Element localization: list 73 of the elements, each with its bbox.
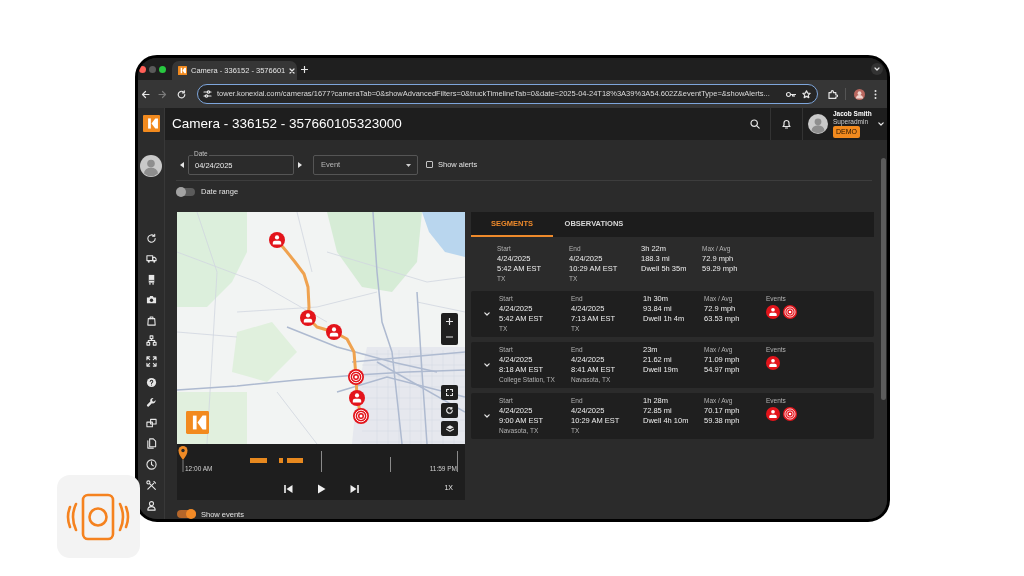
refresh-icon — [446, 407, 453, 414]
document-icon[interactable] — [145, 438, 157, 450]
target-marker-icon[interactable] — [348, 369, 364, 385]
fullscreen-icon — [446, 389, 453, 396]
hierarchy-icon[interactable] — [145, 335, 157, 347]
plus-icon — [446, 317, 453, 325]
forward-icon[interactable] — [158, 89, 167, 99]
menu-dots-icon[interactable] — [874, 89, 877, 99]
device-signal-icon — [57, 475, 140, 558]
close-dot-icon[interactable] — [139, 65, 146, 73]
page-title: Camera - 336152 - 357660105323000 — [172, 114, 402, 133]
zoom-dot-icon[interactable] — [159, 65, 166, 73]
layers-button[interactable] — [441, 421, 458, 436]
chevron-down-icon[interactable] — [484, 363, 490, 367]
layers-icon — [445, 425, 454, 432]
minimize-dot-icon[interactable] — [149, 65, 156, 73]
bag-icon[interactable] — [145, 314, 157, 326]
caret-down-icon[interactable] — [406, 163, 411, 167]
puzzle-icon[interactable] — [828, 89, 838, 99]
chevron-down-icon[interactable] — [484, 312, 490, 316]
person-marker-icon[interactable] — [326, 324, 342, 340]
activity-bar — [279, 458, 283, 463]
logo-icon[interactable] — [142, 115, 160, 132]
person-event-icon[interactable] — [766, 407, 780, 421]
help-icon[interactable] — [145, 376, 157, 388]
chevron-down-icon[interactable] — [484, 414, 490, 418]
fullscreen-button[interactable] — [441, 385, 458, 400]
person-event-icon[interactable] — [766, 356, 780, 370]
plus-icon[interactable] — [301, 65, 308, 73]
expand-icon[interactable] — [145, 356, 157, 368]
user-icon[interactable] — [145, 500, 157, 512]
sync-icon[interactable] — [145, 232, 157, 244]
caret-left-icon[interactable] — [180, 162, 184, 168]
wrench-icon[interactable] — [145, 397, 157, 409]
windows-icon[interactable] — [145, 417, 157, 429]
chevron-down-icon[interactable] — [871, 63, 883, 75]
caret-right-icon[interactable] — [298, 162, 302, 168]
truck-icon[interactable] — [145, 253, 157, 265]
camera-icon[interactable] — [145, 294, 157, 306]
tune-icon[interactable] — [203, 90, 212, 98]
date-range-toggle[interactable] — [176, 186, 195, 197]
show-events-toggle[interactable] — [177, 509, 196, 519]
refresh-button[interactable] — [441, 403, 458, 418]
bell-icon[interactable] — [782, 119, 791, 129]
star-icon[interactable] — [802, 89, 811, 99]
map-drawing[interactable] — [177, 212, 465, 444]
avatar-icon[interactable] — [854, 88, 865, 100]
chevron-down-icon[interactable] — [878, 122, 884, 126]
target-event-icon[interactable] — [783, 305, 797, 319]
minus-icon — [446, 336, 453, 338]
key-icon[interactable] — [786, 90, 796, 98]
person-marker-icon[interactable] — [269, 232, 285, 248]
skip-back-icon[interactable] — [283, 483, 293, 494]
play-icon[interactable] — [316, 483, 326, 494]
clock-icon[interactable] — [145, 459, 157, 471]
person-event-icon[interactable] — [766, 305, 780, 319]
person-marker-icon[interactable] — [349, 390, 365, 406]
skip-forward-icon[interactable] — [349, 483, 359, 494]
show-alerts-checkbox[interactable] — [426, 161, 433, 168]
activity-bar — [287, 458, 303, 463]
back-icon[interactable] — [141, 89, 150, 99]
reload-icon[interactable] — [177, 89, 186, 99]
avatar-icon[interactable] — [140, 155, 162, 177]
target-marker-icon[interactable] — [353, 408, 369, 424]
search-icon[interactable] — [750, 119, 760, 129]
person-marker-icon[interactable] — [300, 310, 316, 326]
logo-icon — [186, 411, 209, 434]
avatar-icon[interactable] — [808, 114, 828, 134]
tools-icon[interactable] — [145, 479, 157, 491]
close-icon[interactable] — [289, 67, 296, 74]
target-event-icon[interactable] — [783, 407, 797, 421]
activity-bar — [250, 458, 267, 463]
logo-icon — [178, 66, 187, 75]
